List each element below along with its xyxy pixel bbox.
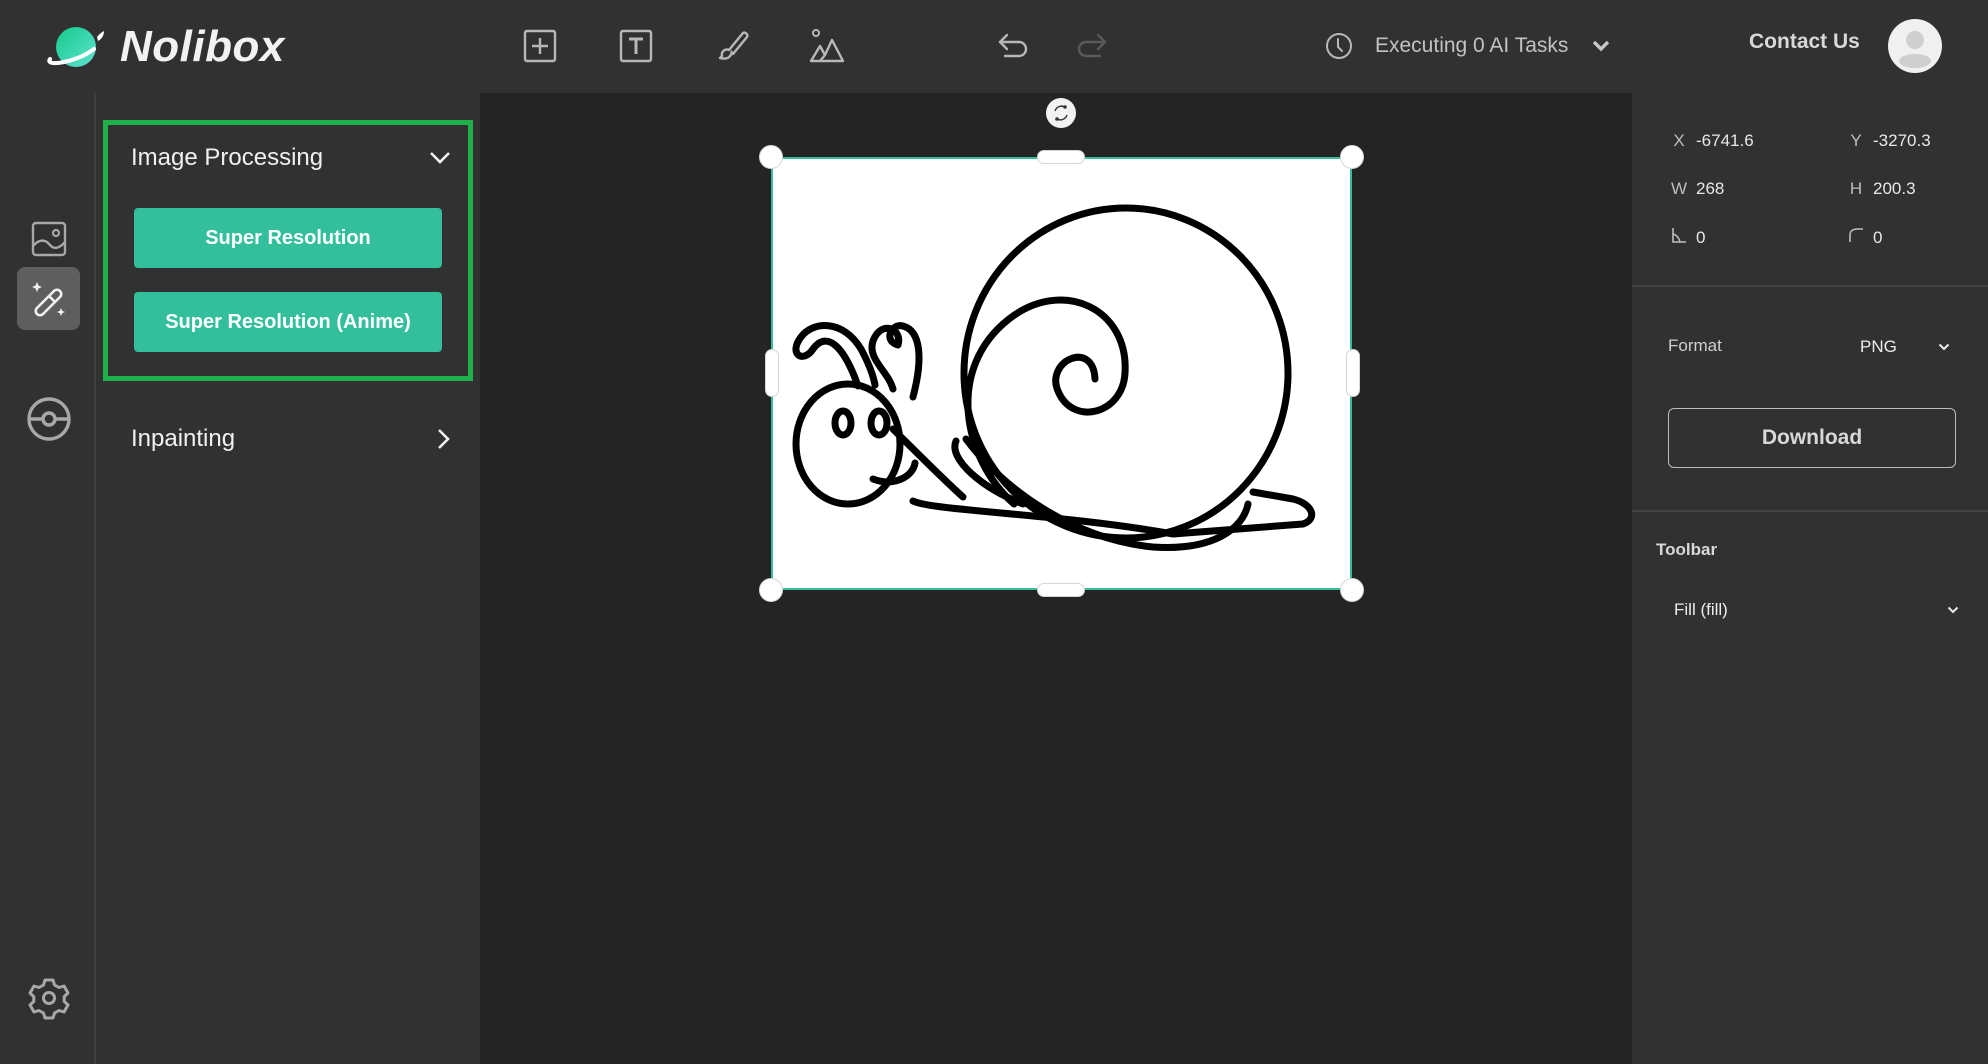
image-processing-section-header[interactable]: Image Processing: [131, 138, 451, 178]
undo-button[interactable]: [994, 26, 1034, 66]
format-label: Format: [1668, 336, 1722, 355]
w-field[interactable]: W 268: [1662, 179, 1724, 199]
y-value[interactable]: -3270.3: [1873, 131, 1931, 151]
redo-icon: [1077, 33, 1107, 58]
angle-icon: [1662, 227, 1696, 248]
redo-button[interactable]: [1071, 26, 1111, 66]
user-icon: [1899, 31, 1931, 68]
chevron-down-icon: [1593, 40, 1610, 52]
pokeball-icon: [26, 396, 71, 441]
avatar[interactable]: [1888, 19, 1942, 73]
format-select[interactable]: PNG: [1860, 333, 1950, 361]
image-icon: [31, 221, 66, 256]
ai-tasks-label: Executing 0 AI Tasks: [1375, 34, 1569, 57]
brush-button[interactable]: [713, 26, 753, 66]
add-image-button[interactable]: [808, 26, 848, 66]
top-header: Nolibox Executing 0 AI Tasks Contact Us: [0, 0, 1988, 93]
toolbar-title: Toolbar: [1656, 540, 1718, 559]
add-frame-button[interactable]: [520, 26, 560, 66]
rail-item-images[interactable]: [17, 207, 80, 270]
undo-icon: [998, 33, 1028, 58]
format-value: PNG: [1860, 337, 1897, 356]
toolbar-value: Fill (fill): [1674, 600, 1728, 619]
rotation-field[interactable]: 0: [1662, 227, 1705, 248]
x-label: X: [1673, 131, 1685, 150]
gear-icon: [28, 978, 69, 1019]
x-field[interactable]: X -6741.6: [1662, 131, 1754, 151]
inpainting-section-header[interactable]: Inpainting: [131, 419, 451, 459]
rotate-handle[interactable]: [1046, 98, 1076, 128]
ai-tools-panel: Image Processing Super Resolution Super …: [96, 93, 480, 1064]
section-title: Image Processing: [131, 144, 324, 171]
corner-radius-icon: [1839, 227, 1873, 248]
rotation-value[interactable]: 0: [1696, 228, 1705, 248]
download-button[interactable]: Download: [1668, 408, 1956, 468]
ai-tasks-dropdown[interactable]: Executing 0 AI Tasks: [1325, 28, 1610, 64]
rail-item-ai-tools[interactable]: [17, 267, 80, 330]
clock-icon: [1326, 33, 1352, 59]
resize-handle-bottom-left[interactable]: [759, 578, 783, 602]
selected-image[interactable]: [771, 157, 1352, 590]
snail-drawing: [792, 204, 1316, 551]
canvas[interactable]: [480, 93, 1631, 1064]
divider: [1632, 510, 1988, 512]
resize-handle-bottom[interactable]: [1037, 583, 1085, 597]
text-square-icon: [619, 29, 653, 63]
rail-item-plugins[interactable]: [17, 387, 80, 450]
logo[interactable]: Nolibox: [46, 22, 285, 72]
brush-icon: [718, 31, 749, 60]
corner-radius-field[interactable]: 0: [1839, 227, 1882, 248]
properties-panel: X -6741.6 Y -3270.3 W 268 H 200.3 0 0 Fo…: [1631, 93, 1988, 1064]
divider: [1632, 285, 1988, 287]
section-title: Inpainting: [131, 425, 236, 452]
icon-rail: [0, 93, 96, 1064]
contact-us-link[interactable]: Contact Us: [1749, 30, 1860, 54]
app-name: Nolibox: [120, 22, 285, 71]
resize-handle-left[interactable]: [765, 349, 779, 397]
x-value[interactable]: -6741.6: [1696, 131, 1754, 151]
mountain-image-icon: [809, 29, 845, 63]
chevron-down-icon: [430, 152, 450, 164]
add-text-button[interactable]: [616, 26, 656, 66]
plus-square-icon: [523, 29, 557, 63]
resize-handle-top[interactable]: [1037, 150, 1085, 164]
super-resolution-button[interactable]: Super Resolution: [134, 208, 442, 268]
resize-handle-bottom-right[interactable]: [1340, 578, 1364, 602]
resize-handle-right[interactable]: [1346, 349, 1360, 397]
resize-handle-top-right[interactable]: [1340, 145, 1364, 169]
y-field[interactable]: Y -3270.3: [1839, 131, 1931, 151]
h-label: H: [1849, 179, 1863, 198]
h-value[interactable]: 200.3: [1873, 179, 1916, 199]
chevron-down-icon: [1938, 343, 1950, 351]
h-field[interactable]: H 200.3: [1839, 179, 1916, 199]
resize-handle-top-left[interactable]: [759, 145, 783, 169]
chevron-right-icon: [438, 429, 450, 449]
corner-radius-value[interactable]: 0: [1873, 228, 1882, 248]
rotate-icon: [1054, 105, 1068, 121]
chevron-down-icon: [1947, 606, 1959, 614]
w-label: W: [1670, 179, 1688, 198]
w-value[interactable]: 268: [1696, 179, 1724, 199]
y-label: Y: [1850, 131, 1862, 150]
settings-button[interactable]: [17, 966, 80, 1029]
toolbar-select[interactable]: Fill (fill): [1674, 595, 1959, 625]
planet-logo-icon: [47, 27, 104, 67]
super-resolution-anime-button[interactable]: Super Resolution (Anime): [134, 292, 442, 352]
magic-wand-icon: [31, 281, 65, 317]
